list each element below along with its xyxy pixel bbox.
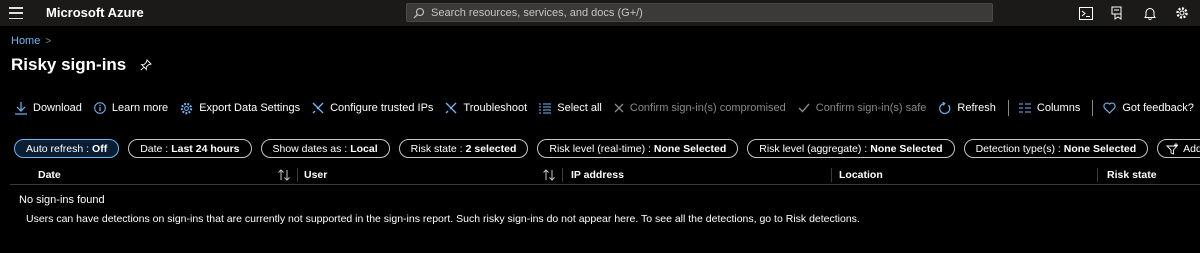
column-header-location[interactable]: Location — [839, 165, 883, 185]
troubleshoot-label: Troubleshoot — [463, 102, 528, 114]
column-header-user[interactable]: User — [304, 165, 327, 185]
filter-value: Last 24 hours — [171, 142, 240, 155]
breadcrumb-separator: > — [45, 35, 52, 47]
cloud-shell-icon[interactable] — [1070, 5, 1102, 21]
filter-label: Auto refresh : — [26, 142, 90, 155]
sort-icon[interactable] — [277, 169, 291, 181]
top-bar: Microsoft Azure — [0, 0, 1200, 26]
column-header-ip-address[interactable]: IP address — [571, 165, 624, 185]
download-icon — [15, 101, 27, 115]
learn-more-label: Learn more — [111, 102, 169, 114]
confirm-safe-label: Confirm sign-in(s) safe — [815, 102, 927, 114]
filter-bar: Auto refresh : Off Date : Last 24 hours Sh… — [14, 139, 1200, 158]
filter-risk-level-realtime[interactable]: Risk level (real-time) : None Selected — [537, 139, 739, 158]
confirm-compromised-label: Confirm sign-in(s) compromised — [629, 102, 786, 114]
filter-risk-state[interactable]: Risk state :2 selected — [398, 139, 529, 158]
confirm-compromised-button[interactable]: Confirm sign-in(s) compromised — [614, 102, 786, 114]
top-icons — [1070, 5, 1200, 21]
download-label: Download — [33, 102, 82, 114]
select-all-button[interactable]: Select all — [539, 102, 602, 114]
toolbar-divider — [1007, 100, 1009, 116]
filter-value: None Selected — [870, 142, 943, 155]
export-data-settings-label: Export Data Settings — [199, 102, 301, 114]
filter-value: None Selected — [653, 142, 727, 155]
list-icon — [539, 103, 552, 113]
info-icon — [94, 102, 106, 114]
brand-title[interactable]: Microsoft Azure — [46, 5, 144, 20]
title-row: Risky sign-ins — [11, 55, 153, 75]
filter-label: Date : — [140, 142, 169, 155]
refresh-label: Refresh — [957, 102, 996, 114]
search-input[interactable] — [431, 6, 951, 19]
column-divider — [831, 168, 832, 182]
toolbar-divider — [1092, 100, 1094, 116]
add-filter-icon — [1166, 142, 1179, 155]
checkmark-icon — [798, 103, 810, 113]
gear-icon — [180, 102, 193, 114]
filter-value: None Selected — [1063, 142, 1137, 155]
filter-label: Show dates as : — [272, 142, 348, 155]
filter-risk-level-aggregate[interactable]: Risk level (aggregate) : None Selected — [747, 139, 955, 158]
filter-label: Risk level (aggregate) : — [759, 142, 868, 155]
column-divider — [297, 168, 298, 182]
column-header-date[interactable]: Date — [38, 165, 61, 185]
breadcrumb: Home > — [11, 35, 51, 47]
breadcrumb-home[interactable]: Home — [11, 35, 40, 47]
refresh-icon — [939, 101, 951, 114]
wrench-icon — [312, 102, 324, 114]
filter-detection-types[interactable]: Detection type(s) : None Selected — [963, 139, 1149, 158]
info-note: Users can have detections on sign-ins th… — [26, 213, 860, 225]
notifications-icon[interactable] — [1134, 5, 1166, 21]
column-divider — [562, 168, 563, 182]
filter-value: Local — [350, 142, 378, 155]
filter-show-dates-as[interactable]: Show dates as : Local — [260, 139, 390, 158]
column-header-risk-state[interactable]: Risk state — [1107, 165, 1157, 185]
learn-more-button[interactable]: Learn more — [94, 102, 168, 114]
filter-label: Detection type(s) : — [975, 142, 1061, 155]
columns-label: Columns — [1036, 102, 1081, 114]
columns-icon — [1018, 103, 1031, 113]
add-filters-button[interactable]: Add filters — [1157, 139, 1200, 158]
column-divider — [1097, 168, 1098, 182]
sort-icon[interactable] — [542, 169, 556, 181]
pin-icon[interactable] — [140, 59, 153, 71]
search-box[interactable] — [406, 3, 993, 22]
refresh-button[interactable]: Refresh — [938, 101, 996, 115]
troubleshoot-button[interactable]: Troubleshoot — [445, 102, 527, 114]
download-button[interactable]: Download — [15, 101, 82, 115]
filter-value: Off — [92, 142, 108, 155]
select-all-label: Select all — [557, 102, 602, 114]
table-header: Date User IP address Location Risk state — [10, 165, 1200, 185]
empty-state-text: No sign-ins found — [19, 194, 105, 206]
directory-filter-icon[interactable] — [1102, 5, 1134, 21]
columns-button[interactable]: Columns — [1018, 102, 1081, 114]
filter-auto-refresh[interactable]: Auto refresh : Off — [14, 139, 120, 158]
confirm-safe-button[interactable]: Confirm sign-in(s) safe — [798, 102, 927, 114]
export-data-settings-button[interactable]: Export Data Settings — [180, 102, 300, 115]
filter-label: Risk state : — [410, 142, 463, 155]
settings-icon[interactable] — [1166, 5, 1198, 21]
add-filters-label: Add filters — [1183, 142, 1200, 155]
configure-trusted-ips-button[interactable]: Configure trusted IPs — [312, 102, 433, 114]
filter-date[interactable]: Date : Last 24 hours — [128, 139, 252, 158]
menu-icon[interactable] — [9, 7, 23, 19]
feedback-label: Got feedback? — [1122, 102, 1194, 114]
feedback-button[interactable]: Got feedback? — [1103, 102, 1194, 114]
filter-label: Risk level (real-time) : — [549, 142, 651, 155]
heart-icon — [1103, 102, 1116, 114]
troubleshoot-icon — [445, 102, 457, 114]
search-icon — [413, 7, 425, 18]
filter-value: 2 selected — [465, 142, 517, 155]
configure-trusted-ips-label: Configure trusted IPs — [330, 102, 434, 114]
x-icon — [614, 103, 624, 113]
page-title: Risky sign-ins — [11, 55, 127, 74]
command-bar: Download Learn more Export Data Settings… — [15, 99, 1200, 117]
